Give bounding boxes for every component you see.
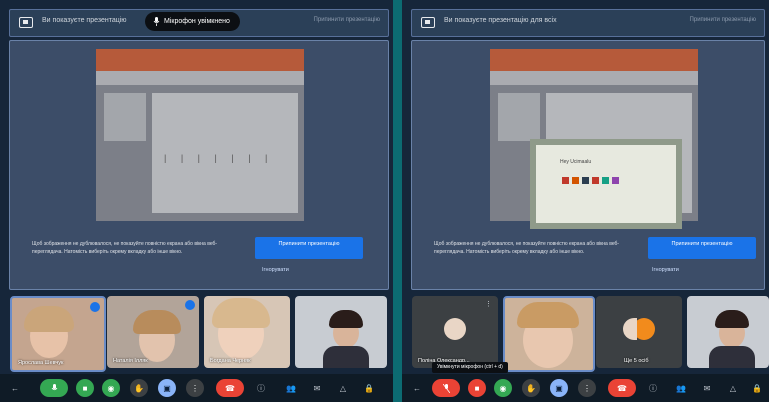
presentation-stage: | | | | | | | Щоб зображення не дублювал… <box>9 40 389 290</box>
mic-off-icon <box>442 383 450 393</box>
present-screen-icon <box>19 17 33 28</box>
slide-content: | | | | | | | <box>164 153 274 163</box>
slide-thumbnail <box>498 93 540 141</box>
slide-preview: Hey Ucimaalu <box>530 139 682 229</box>
presenting-label: Ви показуєте презентацію <box>42 17 127 24</box>
participant-name: Богдана Черняк <box>210 358 251 364</box>
participant-tile[interactable] <box>687 296 769 368</box>
more-icon[interactable]: ⋮ <box>186 379 204 397</box>
ppt-ribbon <box>96 49 304 71</box>
stop-presenting-link[interactable]: Припинити презентацію <box>314 17 380 23</box>
participant-clothes <box>323 346 369 368</box>
info-icon[interactable]: ⓘ <box>644 379 662 397</box>
arrow-icon[interactable]: ← <box>6 379 24 397</box>
mic-on-toast: Мікрофон увімкнено <box>145 12 240 31</box>
ppt-ribbon <box>490 49 698 71</box>
present-icon[interactable]: ▣ <box>550 379 568 397</box>
end-call-icon[interactable]: ☎ <box>608 379 636 397</box>
more-icon[interactable]: ⋮ <box>578 379 596 397</box>
mic-icon <box>153 17 160 26</box>
ppt-toolbar <box>96 71 304 85</box>
right-meet-window: Ви показуєте презентацію для всіх Припин… <box>402 0 769 402</box>
mic-icon <box>51 383 57 390</box>
stop-presenting-button[interactable]: Припинити презентацію <box>255 237 363 259</box>
activities-icon[interactable]: △ <box>334 379 352 397</box>
dismiss-link[interactable]: Ігнорувати <box>262 267 289 273</box>
mic-toast-text: Мікрофон увімкнено <box>164 18 230 25</box>
arrow-icon[interactable]: ← <box>408 379 426 397</box>
participant-tile[interactable]: Ще 5 осіб <box>596 296 682 368</box>
chat-icon[interactable]: ✉ <box>308 379 326 397</box>
present-icon[interactable]: ▣ <box>158 379 176 397</box>
participant-hair <box>24 306 74 332</box>
slide-thumbnail <box>104 93 146 141</box>
stop-presenting-link[interactable]: Припинити презентацію <box>690 17 756 23</box>
people-icon[interactable]: 👥 <box>282 379 300 397</box>
participant-hair <box>212 298 270 328</box>
duplicate-warning-text: Щоб зображення не дублювалося, не показу… <box>434 241 620 255</box>
speaking-indicator-icon <box>90 302 100 312</box>
participant-tile[interactable]: Ярослава Шевчук <box>10 296 106 372</box>
participant-hair <box>715 310 749 328</box>
left-meet-window: Ви показуєте презентацію Припинити презе… <box>0 0 393 402</box>
mic-toggle-button[interactable] <box>432 379 460 397</box>
slide-graphics <box>562 177 619 184</box>
speaking-indicator-icon <box>185 300 195 310</box>
presenting-label: Ви показуєте презентацію для всіх <box>444 17 557 24</box>
participant-tile[interactable] <box>295 296 387 368</box>
participant-name: Ярослава Шевчук <box>18 360 64 366</box>
present-screen-icon <box>421 17 435 28</box>
participant-tile[interactable]: ⋮ Поліна Олександр... <box>412 296 498 368</box>
mic-toggle-button[interactable] <box>40 379 68 397</box>
hand-icon[interactable]: ✋ <box>522 379 540 397</box>
participant-tile[interactable] <box>503 296 595 372</box>
avatar <box>444 318 466 340</box>
participant-tile[interactable]: Богдана Черняк <box>204 296 290 368</box>
hand-icon[interactable]: ✋ <box>130 379 148 397</box>
presentation-stage: Hey Ucimaalu Щоб зображення не дублювало… <box>411 40 765 290</box>
activities-icon[interactable]: △ <box>724 379 742 397</box>
lock-icon[interactable]: 🔒 <box>748 379 766 397</box>
mic-tooltip: Увімкнути мікрофон (ctrl + d) <box>432 362 508 373</box>
duplicate-warning-text: Щоб зображення не дублювалося, не показу… <box>32 241 218 255</box>
participant-name: Ще 5 осіб <box>624 358 649 364</box>
meeting-toolbar: ← ■ ◉ ✋ ▣ ⋮ ☎ ⓘ 👥 ✉ △ 🔒 <box>402 374 769 402</box>
participant-hair <box>329 310 363 328</box>
participant-name: Наталія Ілляк <box>113 358 148 364</box>
slide-title: Hey Ucimaalu <box>560 159 592 165</box>
end-call-icon[interactable]: ☎ <box>216 379 244 397</box>
camera-toggle-button[interactable]: ■ <box>76 379 94 397</box>
chat-icon[interactable]: ✉ <box>698 379 716 397</box>
presenting-bar: Ви показуєте презентацію для всіх Припин… <box>411 9 765 37</box>
screen-divider <box>393 0 402 402</box>
participant-hair <box>133 310 181 334</box>
captions-icon[interactable]: ◉ <box>494 379 512 397</box>
avatar <box>623 318 637 340</box>
camera-toggle-button[interactable]: ■ <box>468 379 486 397</box>
info-icon[interactable]: ⓘ <box>252 379 270 397</box>
participant-clothes <box>709 346 755 368</box>
dismiss-link[interactable]: Ігнорувати <box>652 267 679 273</box>
ppt-toolbar <box>490 71 698 85</box>
shared-powerpoint-window: | | | | | | | <box>96 49 304 221</box>
captions-icon[interactable]: ◉ <box>102 379 120 397</box>
participant-tile[interactable]: Наталія Ілляк <box>107 296 199 368</box>
meeting-toolbar: ← ■ ◉ ✋ ▣ ⋮ ☎ ⓘ 👥 ✉ △ 🔒 <box>0 374 393 402</box>
stop-presenting-button[interactable]: Припинити презентацію <box>648 237 756 259</box>
participant-hair <box>517 302 579 328</box>
lock-icon[interactable]: 🔒 <box>360 379 378 397</box>
people-icon[interactable]: 👥 <box>672 379 690 397</box>
slide-preview-inner <box>536 145 676 223</box>
more-options-icon[interactable]: ⋮ <box>485 300 492 308</box>
